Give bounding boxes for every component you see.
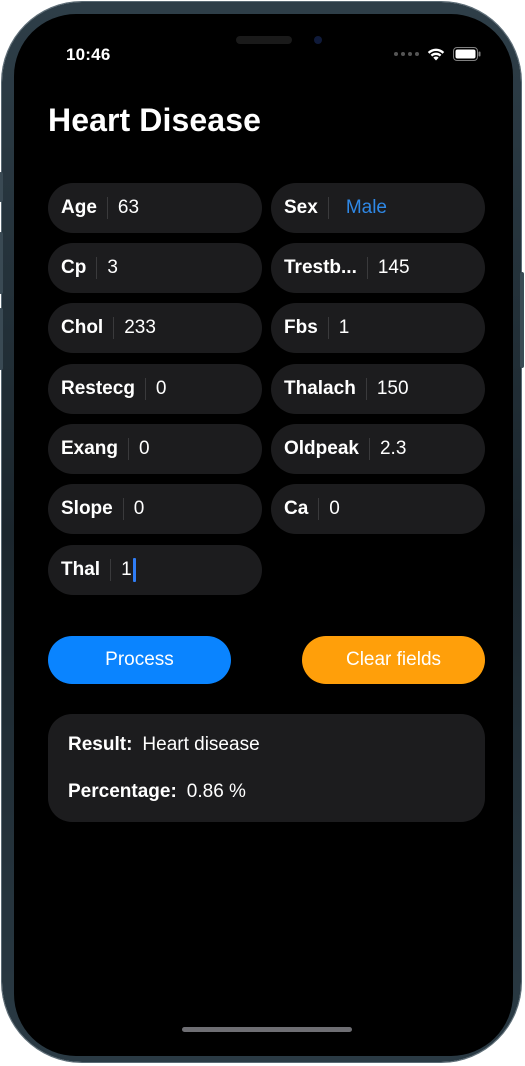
field-divider <box>368 438 370 460</box>
process-button[interactable]: Process <box>48 636 231 684</box>
age-field[interactable]: Age 63 <box>48 183 262 233</box>
age-input[interactable]: 63 <box>118 197 139 219</box>
exang-input[interactable]: 0 <box>139 438 150 460</box>
cp-field[interactable]: Cp 3 <box>48 243 262 293</box>
percentage-row: Percentage: 0.86 % <box>68 781 246 803</box>
exang-field[interactable]: Exang 0 <box>48 424 262 474</box>
restecg-input[interactable]: 0 <box>156 378 167 400</box>
ca-input[interactable]: 0 <box>329 498 340 520</box>
status-time: 10:46 <box>66 45 111 64</box>
fbs-field[interactable]: Fbs 1 <box>271 303 485 353</box>
field-label: Chol <box>61 317 104 338</box>
text-cursor <box>132 558 136 582</box>
field-divider <box>366 257 368 279</box>
phone-frame: 10:46 Heart Disease Age 63 Sex Male Cp 3… <box>0 2 524 1062</box>
field-divider <box>110 559 112 581</box>
field-divider <box>96 257 98 279</box>
page-title: Heart Disease <box>48 102 261 138</box>
trestbps-field[interactable]: Trestb... 145 <box>271 243 485 293</box>
mute-switch <box>0 172 3 202</box>
field-label: Thalach <box>284 378 356 399</box>
battery-icon <box>453 47 481 61</box>
chol-field[interactable]: Chol 233 <box>48 303 262 353</box>
field-label: Exang <box>61 438 119 459</box>
ca-field[interactable]: Ca 0 <box>271 484 485 534</box>
result-row: Result: Heart disease <box>68 734 260 756</box>
field-divider <box>106 197 108 219</box>
fbs-input[interactable]: 1 <box>339 317 350 339</box>
field-label: Thal <box>61 559 101 580</box>
result-card: Result: Heart disease Percentage: 0.86 % <box>48 714 485 822</box>
sex-field[interactable]: Sex Male <box>271 183 485 233</box>
thalach-field[interactable]: Thalach 150 <box>271 364 485 414</box>
trestbps-input[interactable]: 145 <box>378 257 410 279</box>
field-label: Sex <box>284 197 318 218</box>
speaker-grille <box>236 36 292 44</box>
status-icons <box>394 45 481 63</box>
field-label: Trestb... <box>284 257 357 278</box>
oldpeak-input[interactable]: 2.3 <box>380 438 406 460</box>
clear-fields-button[interactable]: Clear fields <box>302 636 485 684</box>
home-indicator[interactable] <box>182 1027 352 1032</box>
field-divider <box>144 378 146 400</box>
slope-field[interactable]: Slope 0 <box>48 484 262 534</box>
thal-field[interactable]: Thal 1 <box>48 545 262 595</box>
side-button <box>520 272 524 368</box>
sex-picker[interactable]: Male <box>346 197 387 219</box>
field-label: Slope <box>61 498 113 519</box>
field-divider <box>365 378 367 400</box>
field-divider <box>122 498 124 520</box>
field-divider <box>327 317 329 339</box>
percentage-value: 0.86 % <box>186 781 246 802</box>
field-divider <box>327 197 329 219</box>
wifi-icon <box>427 48 445 61</box>
notch <box>128 14 400 48</box>
cellular-dots-icon <box>394 52 419 56</box>
restecg-field[interactable]: Restecg 0 <box>48 364 262 414</box>
field-divider <box>318 498 320 520</box>
front-camera <box>314 36 322 44</box>
thal-input[interactable]: 1 <box>121 558 136 582</box>
volume-down-button <box>0 308 3 370</box>
field-divider <box>128 438 130 460</box>
thalach-input[interactable]: 150 <box>377 378 409 400</box>
thal-input-value: 1 <box>121 559 132 581</box>
field-label: Oldpeak <box>284 438 359 459</box>
field-label: Restecg <box>61 378 135 399</box>
volume-up-button <box>0 232 3 294</box>
result-value: Heart disease <box>142 734 260 755</box>
field-label: Fbs <box>284 317 318 338</box>
slope-input[interactable]: 0 <box>134 498 145 520</box>
screen: 10:46 Heart Disease Age 63 Sex Male Cp 3… <box>14 14 513 1056</box>
field-divider <box>113 317 115 339</box>
chol-input[interactable]: 233 <box>124 317 156 339</box>
result-label: Result: <box>68 734 133 755</box>
field-label: Age <box>61 197 97 218</box>
field-label: Ca <box>284 498 309 519</box>
field-label: Cp <box>61 257 87 278</box>
oldpeak-field[interactable]: Oldpeak 2.3 <box>271 424 485 474</box>
cp-input[interactable]: 3 <box>107 257 118 279</box>
percentage-label: Percentage: <box>68 781 177 802</box>
